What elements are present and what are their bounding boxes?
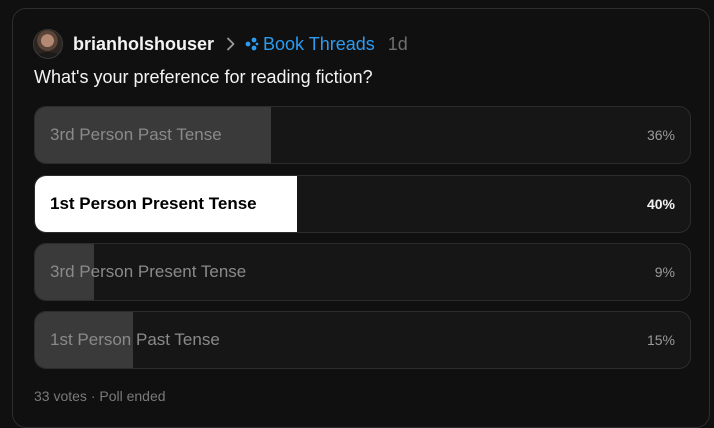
community-dots-icon — [245, 37, 259, 51]
community-link[interactable]: Book Threads — [263, 34, 375, 55]
poll-option[interactable]: 1st Person Present Tense 40% — [34, 175, 691, 233]
poll-summary: 33 votes · Poll ended — [34, 388, 166, 404]
poll-option-label: 3rd Person Present Tense — [50, 262, 247, 281]
avatar[interactable] — [33, 29, 63, 59]
poll-question: What's your preference for reading ficti… — [34, 67, 373, 87]
poll-option-percent: 9% — [654, 264, 675, 280]
chevron-right-icon — [224, 37, 238, 51]
post-age[interactable]: 1d — [388, 34, 408, 55]
post-card: brianholshouser Book Threads 1d What's y… — [12, 8, 710, 428]
poll-option-label: 1st Person Past Tense — [50, 330, 220, 349]
poll-option-label: 1st Person Present Tense — [50, 194, 257, 213]
post-header: brianholshouser Book Threads 1d — [33, 29, 408, 59]
poll-option-percent: 40% — [646, 196, 675, 212]
poll-option-label: 3rd Person Past Tense — [50, 125, 222, 144]
username-link[interactable]: brianholshouser — [73, 34, 214, 55]
poll-option[interactable]: 3rd Person Present Tense 9% — [34, 243, 691, 301]
poll-option-percent: 36% — [646, 127, 675, 143]
poll-option[interactable]: 3rd Person Past Tense 36% — [34, 106, 691, 164]
poll-option-percent: 15% — [646, 332, 675, 348]
poll-option[interactable]: 1st Person Past Tense 15% — [34, 311, 691, 369]
